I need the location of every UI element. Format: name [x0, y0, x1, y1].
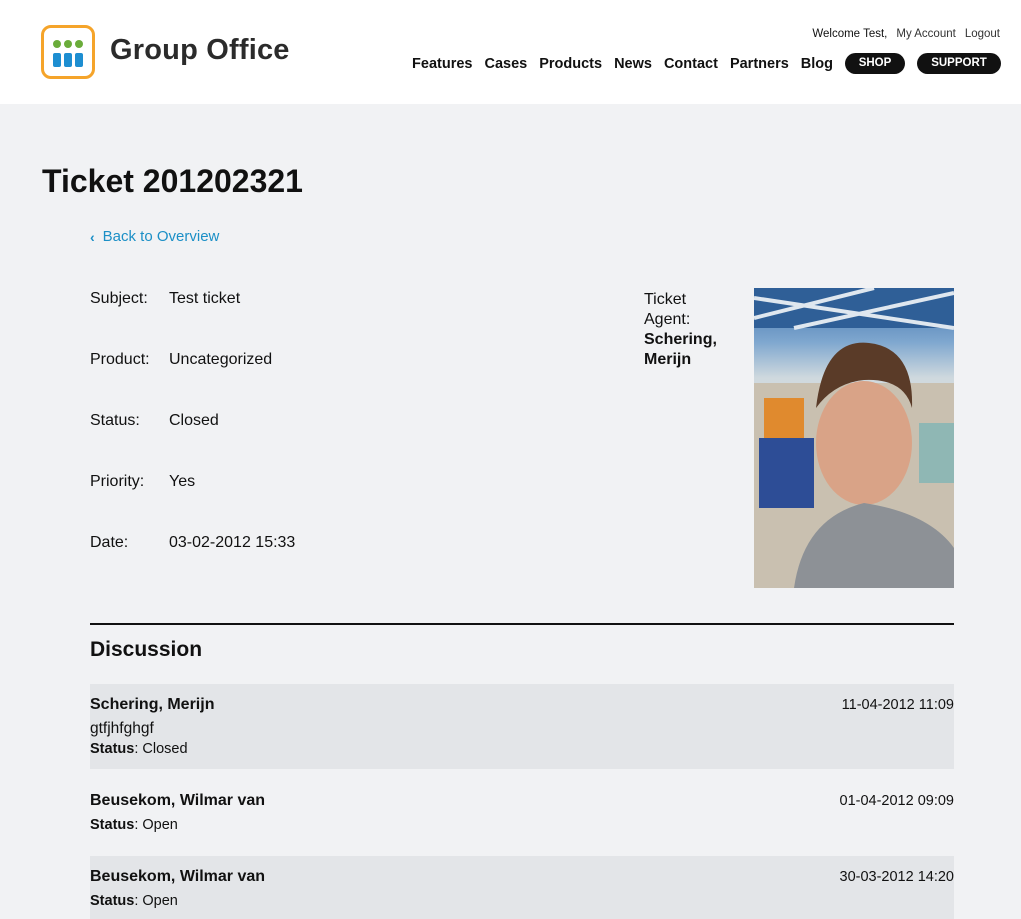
agent-photo	[754, 288, 954, 588]
field-label: Product:	[90, 351, 150, 368]
shop-button[interactable]: SHOP	[845, 53, 905, 74]
agent-name-line1: Schering,	[644, 331, 717, 348]
message-status: Status: Open	[90, 817, 178, 833]
discussion-message: Beusekom, Wilmar van 01-04-2012 09:09 St…	[90, 780, 954, 846]
main-nav: Features Cases Products News Contact Par…	[412, 53, 1001, 74]
chevron-left-icon: ‹	[90, 228, 95, 245]
field-label: Subject:	[90, 290, 148, 307]
group-office-logo-icon[interactable]	[41, 25, 95, 79]
nav-news[interactable]: News	[614, 56, 652, 72]
field-value: Yes	[169, 473, 196, 490]
status-label: Status	[90, 893, 135, 909]
field-label: Status:	[90, 412, 140, 429]
message-status: Status: Open	[90, 893, 178, 909]
message-date: 11-04-2012 11:09	[841, 697, 954, 713]
message-body: gtfjhfghgf	[90, 720, 154, 737]
field-value: Uncategorized	[169, 351, 273, 368]
page-title: Ticket 201202321	[42, 163, 303, 199]
status-value: Closed	[142, 741, 188, 757]
welcome-text: Welcome Test,	[812, 28, 888, 40]
account-links: Welcome Test, My Account Logout	[812, 28, 1000, 40]
field-value: Closed	[169, 412, 219, 429]
message-status: Status: Closed	[90, 741, 188, 757]
field-label: Date:	[90, 534, 129, 551]
nav-features[interactable]: Features	[412, 56, 472, 72]
brand-name[interactable]: Group Office	[110, 34, 290, 67]
message-author: Beusekom, Wilmar van	[90, 868, 266, 885]
site-header: Group Office Welcome Test, My Account Lo…	[0, 0, 1021, 104]
back-to-overview-link[interactable]: ‹ Back to Overview	[90, 228, 219, 245]
nav-blog[interactable]: Blog	[801, 56, 833, 72]
discussion-title: Discussion	[90, 638, 203, 661]
nav-products[interactable]: Products	[539, 56, 602, 72]
field-label: Priority:	[90, 473, 145, 490]
section-divider	[90, 623, 954, 625]
nav-partners[interactable]: Partners	[730, 56, 789, 72]
discussion-message: Beusekom, Wilmar van 30-03-2012 14:20 St…	[90, 856, 954, 919]
agent-name-line2: Merijn	[644, 351, 692, 368]
status-label: Status	[90, 741, 135, 757]
agent-label-line2: Agent:	[644, 311, 691, 328]
nav-cases[interactable]: Cases	[484, 56, 527, 72]
my-account-link[interactable]: My Account	[896, 28, 955, 40]
status-value: Open	[142, 893, 178, 909]
message-date: 01-04-2012 09:09	[839, 793, 955, 809]
field-value: 03-02-2012 15:33	[169, 534, 296, 551]
ticket-agent: Ticket Agent: Schering, Merijn	[644, 290, 744, 370]
message-author: Beusekom, Wilmar van	[90, 792, 266, 809]
back-label: Back to Overview	[102, 228, 220, 245]
message-date: 30-03-2012 14:20	[839, 869, 955, 885]
agent-label-line1: Ticket	[644, 291, 687, 308]
status-label: Status	[90, 817, 135, 833]
message-author: Schering, Merijn	[90, 696, 215, 713]
nav-contact[interactable]: Contact	[664, 56, 718, 72]
field-value: Test ticket	[169, 290, 241, 307]
discussion-message: Schering, Merijn 11-04-2012 11:09 gtfjhf…	[90, 684, 954, 769]
support-button[interactable]: SUPPORT	[917, 53, 1001, 74]
status-value: Open	[142, 817, 178, 833]
logout-link[interactable]: Logout	[965, 28, 1000, 40]
